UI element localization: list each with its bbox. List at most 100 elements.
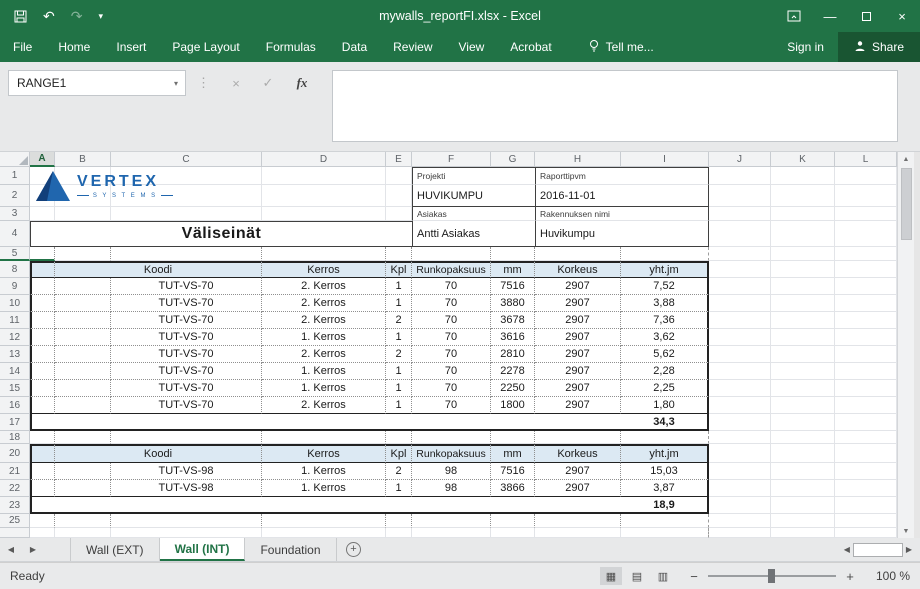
row-header[interactable]: 2 (0, 185, 30, 207)
cell[interactable] (621, 514, 709, 528)
cell[interactable] (491, 431, 535, 444)
cell[interactable] (491, 514, 535, 528)
share-button[interactable]: Share (838, 32, 920, 62)
table-cell[interactable]: 5,62 (621, 346, 709, 363)
table-cell[interactable]: 2907 (535, 278, 621, 295)
cell[interactable] (30, 295, 55, 312)
row-header[interactable]: 10 (0, 295, 30, 312)
cell[interactable] (30, 397, 55, 414)
table-header-cell[interactable]: Kerros (262, 261, 386, 278)
enter-icon[interactable]: ✓ (254, 70, 282, 96)
table-cell[interactable]: 1. Kerros (262, 363, 386, 380)
table-cell[interactable]: 7,52 (621, 278, 709, 295)
cell[interactable] (262, 167, 386, 185)
table-cell[interactable]: TUT-VS-98 (111, 463, 262, 480)
cell[interactable] (771, 528, 835, 538)
cell[interactable] (30, 261, 55, 278)
cell[interactable] (55, 329, 111, 346)
cell[interactable] (709, 221, 771, 247)
cell[interactable] (835, 397, 897, 414)
ribbon-tab-file[interactable]: File (0, 32, 45, 62)
row-header[interactable]: 9 (0, 278, 30, 295)
cell[interactable] (771, 261, 835, 278)
cell[interactable] (262, 514, 386, 528)
row-header[interactable]: 20 (0, 444, 30, 463)
info-building-value[interactable]: Huvikumpu (535, 221, 709, 247)
ribbon-tab-insert[interactable]: Insert (103, 32, 159, 62)
cell[interactable] (386, 431, 412, 444)
sheet-nav-next-icon[interactable]: ▶ (22, 538, 44, 561)
table-header-cell[interactable]: Kerros (262, 444, 386, 463)
vertical-scrollbar[interactable]: ▲ ▼ (897, 152, 914, 538)
cell[interactable] (55, 397, 111, 414)
cell[interactable] (386, 167, 412, 185)
table-cell[interactable]: 3,88 (621, 295, 709, 312)
cell[interactable] (771, 444, 835, 463)
table-cell[interactable]: 2907 (535, 363, 621, 380)
cell[interactable] (30, 329, 55, 346)
table-cell[interactable]: 70 (412, 312, 491, 329)
table-cell[interactable]: 7516 (491, 463, 535, 480)
column-header[interactable]: I (621, 152, 709, 167)
cell[interactable] (709, 278, 771, 295)
cell[interactable] (771, 295, 835, 312)
column-header[interactable]: G (491, 152, 535, 167)
row-header[interactable]: 4 (0, 221, 30, 247)
table-header-cell[interactable]: Korkeus (535, 261, 621, 278)
table-cell[interactable]: 2. Kerros (262, 295, 386, 312)
cell[interactable] (771, 207, 835, 221)
cell[interactable] (835, 528, 897, 538)
table-header-cell[interactable]: Kpl (386, 444, 412, 463)
table-cell[interactable]: 2,25 (621, 380, 709, 397)
cell[interactable] (262, 247, 386, 261)
cell[interactable] (55, 346, 111, 363)
cell[interactable] (835, 295, 897, 312)
cell[interactable] (262, 431, 386, 444)
table-cell[interactable]: 1 (386, 363, 412, 380)
sheet-tab-wall-ext[interactable]: Wall (EXT) (70, 538, 160, 561)
table-cell[interactable]: 1800 (491, 397, 535, 414)
table-header-cell[interactable]: Koodi (55, 444, 262, 463)
cell[interactable] (771, 363, 835, 380)
maximize-button[interactable] (848, 0, 884, 32)
cell[interactable] (412, 431, 491, 444)
cell[interactable] (111, 514, 262, 528)
cell[interactable] (771, 480, 835, 497)
table-cell[interactable]: 1 (386, 329, 412, 346)
table-cell[interactable]: 3678 (491, 312, 535, 329)
ribbon-tab-data[interactable]: Data (329, 32, 380, 62)
row-header[interactable]: 23 (0, 497, 30, 514)
column-header[interactable]: F (412, 152, 491, 167)
row-header[interactable]: 25 (0, 514, 30, 528)
cell[interactable] (709, 514, 771, 528)
table-cell[interactable]: 2278 (491, 363, 535, 380)
table-cell[interactable]: 2 (386, 463, 412, 480)
cell[interactable] (491, 528, 535, 538)
cell[interactable] (709, 207, 771, 221)
cell[interactable] (30, 207, 55, 221)
table-cell[interactable]: 3880 (491, 295, 535, 312)
info-date-label[interactable]: Raporttipvm (535, 167, 709, 185)
cell[interactable] (535, 431, 621, 444)
table-cell[interactable]: 1. Kerros (262, 463, 386, 480)
cell[interactable] (709, 185, 771, 207)
cell[interactable] (55, 312, 111, 329)
ribbon-display-options-icon[interactable] (776, 0, 812, 32)
cell[interactable] (835, 346, 897, 363)
table-cell[interactable]: 98 (412, 463, 491, 480)
cell[interactable] (709, 497, 771, 514)
cell[interactable] (412, 528, 491, 538)
table-cell[interactable]: TUT-VS-70 (111, 329, 262, 346)
column-header[interactable]: B (55, 152, 111, 167)
cell[interactable] (386, 185, 412, 207)
table-total-cell[interactable]: 34,3 (621, 414, 709, 431)
insert-function-icon[interactable]: fx (288, 70, 316, 96)
table-cell[interactable]: 1,80 (621, 397, 709, 414)
info-date-value[interactable]: 2016-11-01 (535, 185, 709, 207)
column-header[interactable]: K (771, 152, 835, 167)
cell[interactable] (835, 480, 897, 497)
zoom-level[interactable]: 100 % (866, 569, 910, 583)
row-header[interactable]: 12 (0, 329, 30, 346)
info-client-value[interactable]: Antti Asiakas (412, 221, 535, 247)
table-cell[interactable]: 2. Kerros (262, 278, 386, 295)
